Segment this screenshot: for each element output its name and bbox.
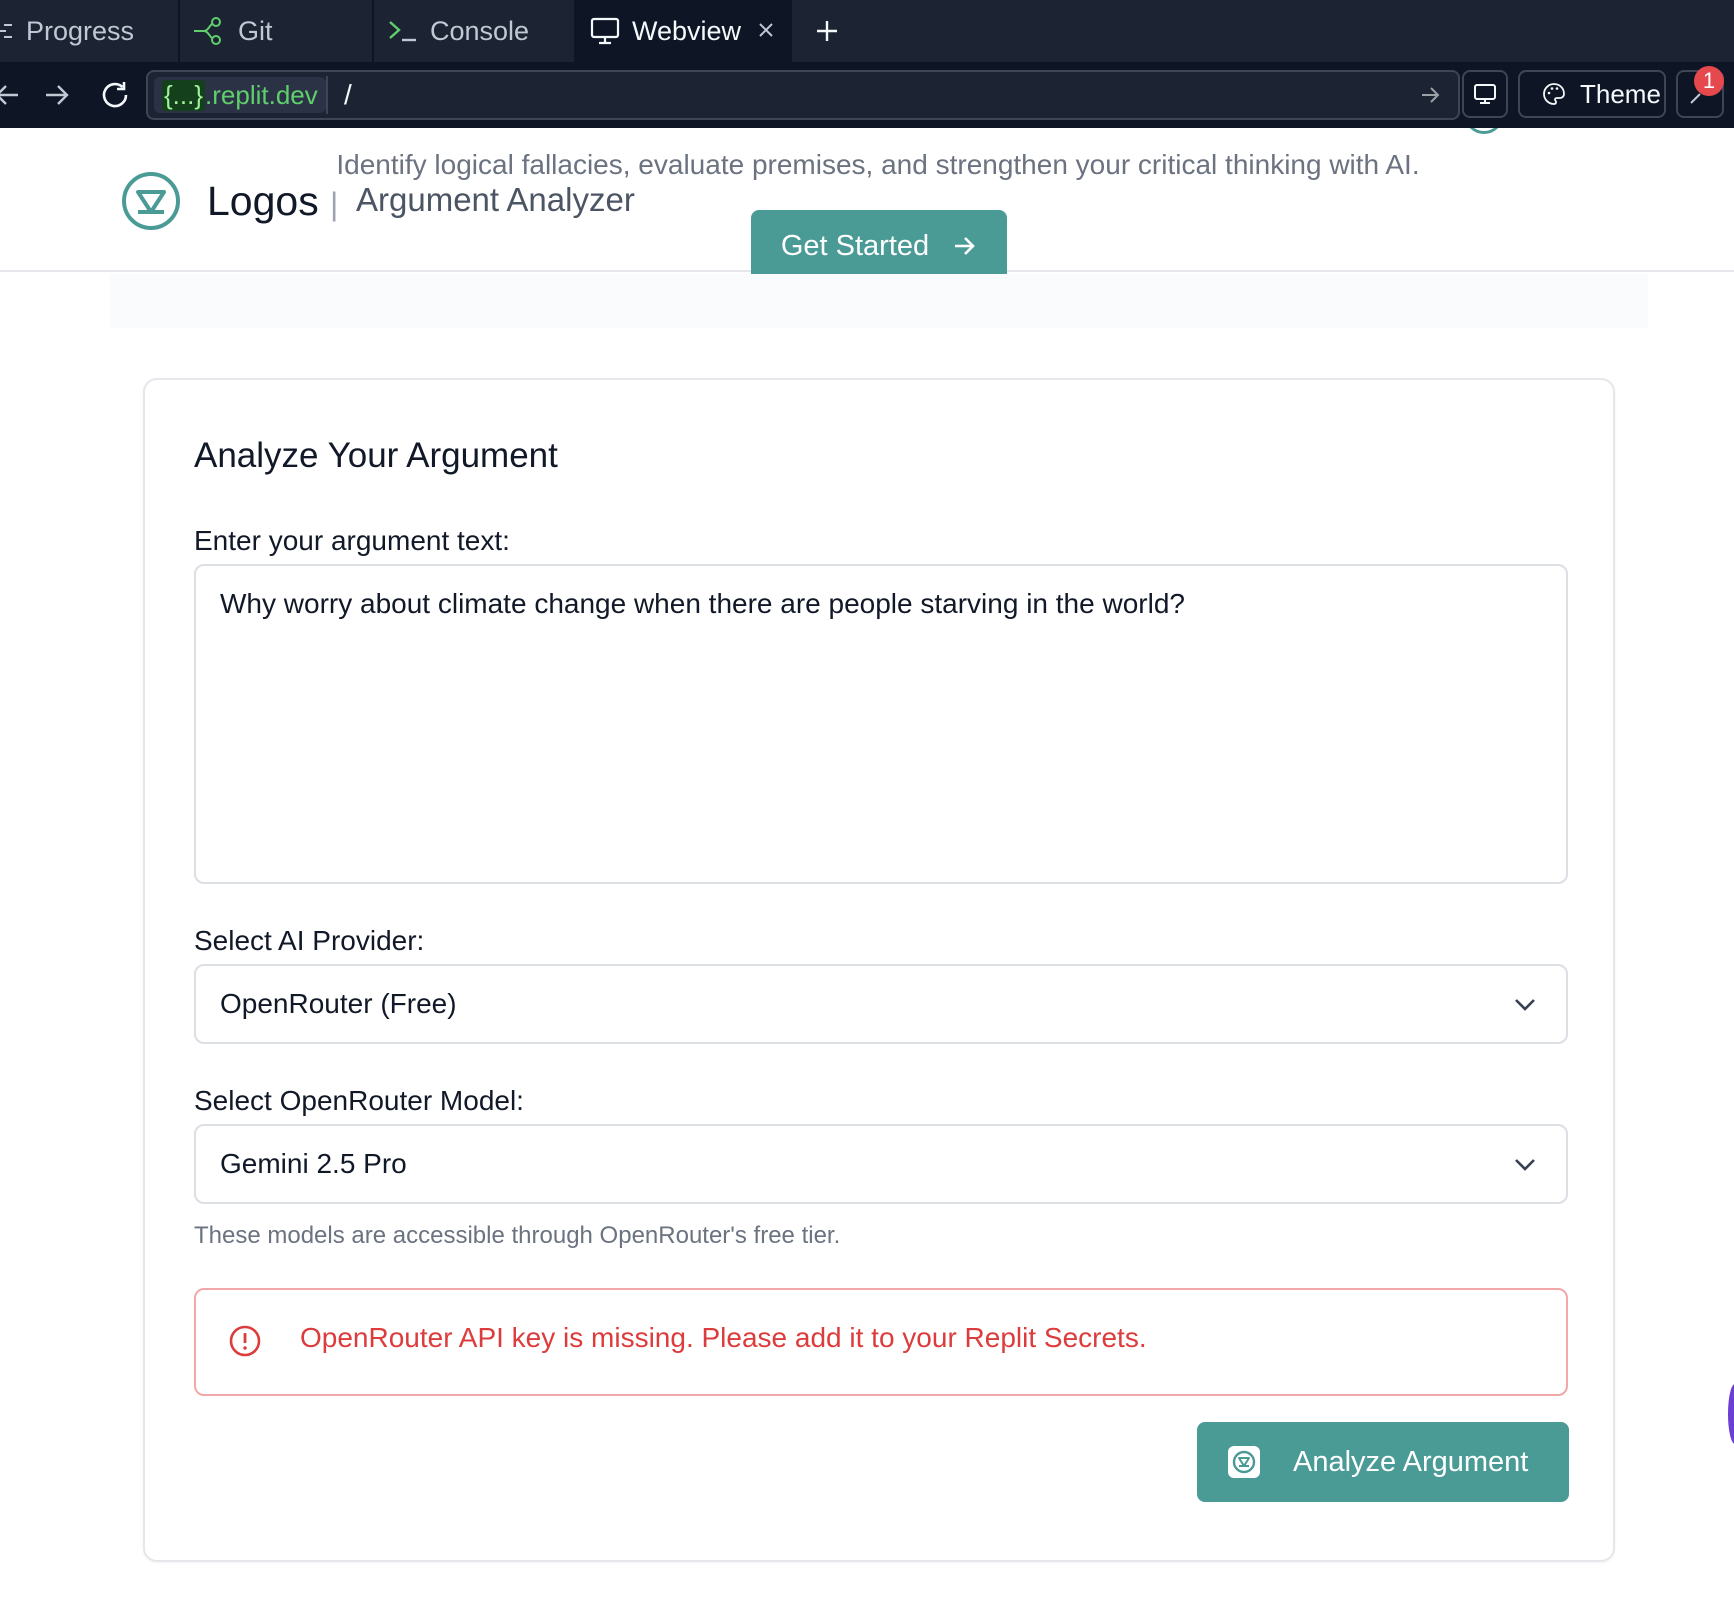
brand-separator: | xyxy=(330,186,339,222)
add-tab-icon[interactable] xyxy=(810,14,844,48)
site-header: Logos | Argument Analyzer Identify logic… xyxy=(0,128,1734,282)
tab-progress[interactable]: Progress xyxy=(0,0,180,62)
monitor-icon xyxy=(590,17,620,45)
provider-select[interactable]: OpenRouter (Free) xyxy=(194,964,1568,1044)
analyze-card: Analyze Your Argument Enter your argumen… xyxy=(143,378,1615,1562)
model-label: Select OpenRouter Model: xyxy=(194,1085,524,1116)
provider-label: Select AI Provider: xyxy=(194,925,425,956)
tab-label: Webview xyxy=(632,15,742,46)
chevron-down-icon xyxy=(1512,992,1538,1018)
card-title: Analyze Your Argument xyxy=(194,436,558,475)
theme-label: Theme xyxy=(1580,78,1661,109)
get-started-button[interactable]: Get Started xyxy=(751,210,1007,282)
domain-suffix: .replit.dev xyxy=(205,79,318,110)
url-divider xyxy=(326,76,328,114)
tab-webview[interactable]: Webview xyxy=(576,0,792,62)
provider-value: OpenRouter (Free) xyxy=(220,988,457,1019)
model-helper-text: These models are accessible through Open… xyxy=(194,1222,841,1249)
ide-tab-bar: Progress Git Console Webview xyxy=(0,0,1734,62)
palette-icon xyxy=(1542,82,1566,106)
forward-button[interactable] xyxy=(36,74,78,116)
logos-logo-icon xyxy=(1227,1445,1261,1479)
brand-subtitle: Argument Analyzer xyxy=(356,181,635,218)
domain-prefix: {...} xyxy=(162,79,206,111)
brand-name[interactable]: Logos xyxy=(207,178,319,225)
decorative-circle xyxy=(1464,128,1504,134)
alert-circle-icon xyxy=(228,1324,262,1358)
terminal-icon xyxy=(388,18,418,44)
hero-band xyxy=(110,274,1648,328)
webview-url-bar: {...} .replit.dev / Theme xyxy=(0,62,1734,180)
close-icon[interactable] xyxy=(752,16,780,44)
argument-textarea[interactable]: Why worry about climate change when ther… xyxy=(194,564,1568,884)
list-icon xyxy=(0,21,14,41)
argument-label: Enter your argument text: xyxy=(194,525,510,556)
floating-assistant-button[interactable] xyxy=(1728,1384,1734,1444)
arrow-right-icon xyxy=(953,235,977,257)
analyze-argument-button[interactable]: Analyze Argument xyxy=(1197,1422,1569,1502)
get-started-label: Get Started xyxy=(780,229,930,262)
tab-git[interactable]: Git xyxy=(180,0,374,62)
monitor-icon xyxy=(1473,83,1497,105)
notification-badge: 1 xyxy=(1694,66,1724,96)
error-alert: OpenRouter API key is missing. Please ad… xyxy=(194,1288,1568,1396)
webview-page: Logos | Argument Analyzer Identify logic… xyxy=(0,128,1734,1620)
analyze-argument-label: Analyze Argument xyxy=(1293,1445,1529,1478)
git-branch-icon xyxy=(194,16,226,46)
url-path[interactable]: / xyxy=(344,79,352,111)
hero-subtitle: Identify logical fallacies, evaluate pre… xyxy=(336,149,1420,180)
go-arrow-icon[interactable] xyxy=(1416,80,1446,110)
tab-console[interactable]: Console xyxy=(374,0,576,62)
back-button[interactable] xyxy=(0,74,28,116)
tab-label: Git xyxy=(238,15,273,46)
tab-label: Console xyxy=(430,15,530,46)
model-select[interactable]: Gemini 2.5 Pro xyxy=(194,1124,1568,1204)
domain-chip: {...} .replit.dev xyxy=(154,77,326,113)
reload-icon[interactable] xyxy=(94,74,136,116)
model-value: Gemini 2.5 Pro xyxy=(220,1148,407,1179)
chevron-down-icon xyxy=(1512,1152,1538,1178)
theme-button[interactable]: Theme xyxy=(1518,70,1666,118)
error-message: OpenRouter API key is missing. Please ad… xyxy=(300,1322,1147,1353)
url-field[interactable]: {...} .replit.dev / xyxy=(146,70,1460,120)
tab-label: Progress xyxy=(26,15,135,46)
devices-button[interactable] xyxy=(1462,70,1508,118)
